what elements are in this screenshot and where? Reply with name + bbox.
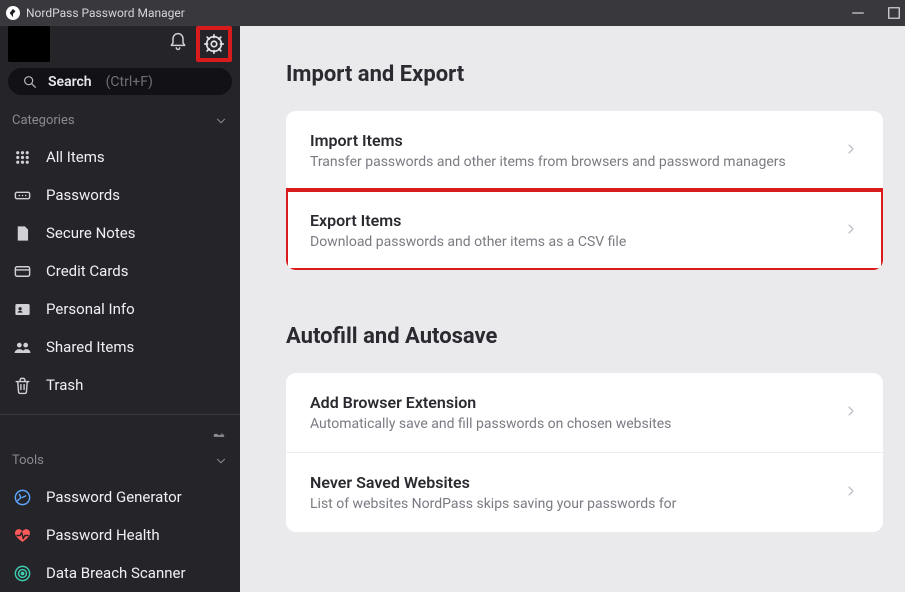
heart-icon [12, 525, 32, 545]
categories-label: Categories [12, 113, 75, 128]
search-input[interactable]: Search (Ctrl+F) [8, 68, 232, 95]
sidebar-divider [0, 414, 240, 415]
sidebar-item-secure-notes[interactable]: Secure Notes [0, 214, 240, 252]
chevron-down-icon [214, 454, 228, 468]
sidebar-item-label: Password Health [46, 526, 160, 544]
chevron-right-icon [843, 141, 859, 161]
sidebar-item-label: Trash [46, 376, 83, 394]
sidebar-item-password-generator[interactable]: Password Generator [0, 478, 240, 516]
radar-icon [12, 563, 32, 583]
sidebar-item-label: Secure Notes [46, 224, 135, 242]
autofill-group: Add Browser Extension Automatically save… [286, 373, 883, 532]
sidebar-item-passwords[interactable]: Passwords [0, 176, 240, 214]
search-label: Search [48, 74, 92, 90]
sidebar-item-data-breach-scanner[interactable]: Data Breach Scanner [0, 554, 240, 592]
grid-icon [12, 147, 32, 167]
tools-list: Password Generator Password Health Data … [0, 478, 240, 592]
sidebar: Search (Ctrl+F) Categories All Items Pas… [0, 26, 240, 592]
chevron-right-icon [843, 403, 859, 423]
chevron-right-icon [843, 483, 859, 503]
search-shortcut-hint: (Ctrl+F) [106, 74, 153, 90]
categories-list: All Items Passwords Secure Notes Credit … [0, 138, 240, 404]
tools-header[interactable]: Tools [0, 449, 240, 472]
tools-label: Tools [12, 453, 44, 468]
sidebar-item-label: Data Breach Scanner [46, 564, 186, 582]
title-bar: NordPass Password Manager [0, 0, 905, 26]
sidebar-item-label: Credit Cards [46, 262, 128, 280]
add-browser-extension-row[interactable]: Add Browser Extension Automatically save… [286, 373, 883, 452]
card-subtitle: List of websites NordPass skips saving y… [310, 496, 827, 512]
people-icon [12, 337, 32, 357]
card-icon [12, 261, 32, 281]
export-items-row[interactable]: Export Items Download passwords and othe… [286, 190, 883, 270]
account-avatar[interactable] [8, 26, 50, 62]
app-logo-icon [6, 6, 20, 20]
note-icon [12, 223, 32, 243]
sidebar-item-shared-items[interactable]: Shared Items [0, 328, 240, 366]
categories-header[interactable]: Categories [0, 109, 240, 132]
sidebar-item-trash[interactable]: Trash [0, 366, 240, 404]
card-title: Import Items [310, 131, 827, 150]
chevron-right-icon [843, 221, 859, 241]
card-title: Add Browser Extension [310, 393, 827, 412]
sidebar-item-password-health[interactable]: Password Health [0, 516, 240, 554]
card-subtitle: Transfer passwords and other items from … [310, 154, 827, 170]
window-minimize-button[interactable] [849, 4, 867, 22]
sidebar-item-label: Passwords [46, 186, 120, 204]
import-export-group: Import Items Transfer passwords and othe… [286, 111, 883, 270]
add-folder-button[interactable] [0, 425, 240, 449]
settings-gear-button[interactable] [196, 26, 232, 62]
import-items-row[interactable]: Import Items Transfer passwords and othe… [286, 111, 883, 190]
notifications-bell-icon[interactable] [168, 32, 188, 56]
sidebar-item-label: All Items [46, 148, 105, 166]
generator-icon [12, 487, 32, 507]
search-icon [22, 74, 38, 90]
card-title: Export Items [310, 211, 827, 230]
sidebar-item-label: Password Generator [46, 488, 182, 506]
person-card-icon [12, 299, 32, 319]
window-maximize-button[interactable] [885, 4, 903, 22]
never-saved-websites-row[interactable]: Never Saved Websites List of websites No… [286, 452, 883, 532]
sidebar-item-all-items[interactable]: All Items [0, 138, 240, 176]
sidebar-item-personal-info[interactable]: Personal Info [0, 290, 240, 328]
section-heading-import-export: Import and Export [286, 62, 883, 87]
sidebar-item-label: Personal Info [46, 300, 135, 318]
window-title: NordPass Password Manager [26, 6, 185, 20]
card-subtitle: Download passwords and other items as a … [310, 234, 827, 250]
card-subtitle: Automatically save and fill passwords on… [310, 416, 827, 432]
card-title: Never Saved Websites [310, 473, 827, 492]
password-icon [12, 185, 32, 205]
trash-icon [12, 375, 32, 395]
chevron-down-icon [214, 114, 228, 128]
sidebar-item-credit-cards[interactable]: Credit Cards [0, 252, 240, 290]
section-heading-autofill: Autofill and Autosave [286, 324, 883, 349]
sidebar-item-label: Shared Items [46, 338, 134, 356]
settings-pane: Import and Export Import Items Transfer … [240, 26, 905, 592]
